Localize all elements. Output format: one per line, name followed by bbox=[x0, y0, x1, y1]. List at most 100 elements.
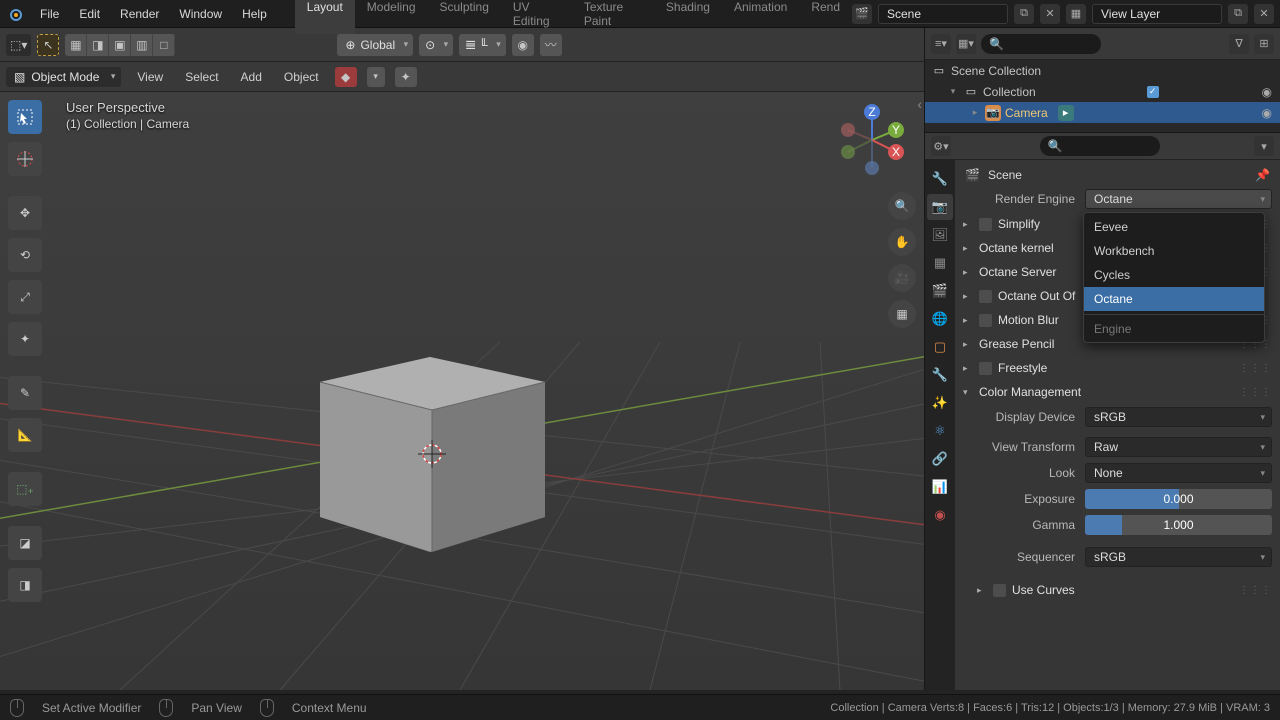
view-layer-field[interactable]: View Layer bbox=[1092, 4, 1222, 24]
look-dropdown[interactable]: None bbox=[1085, 463, 1272, 483]
engine-option-octane[interactable]: Octane bbox=[1084, 287, 1264, 311]
tab-texture-paint[interactable]: Texture Paint bbox=[572, 0, 654, 34]
tab-rendering[interactable]: Rend bbox=[799, 0, 852, 34]
scene-new-icon[interactable]: ⧉ bbox=[1014, 4, 1034, 24]
tab-sculpting[interactable]: Sculpting bbox=[428, 0, 501, 34]
gamma-slider[interactable]: 1.000 bbox=[1085, 515, 1272, 535]
disclosure-triangle-icon[interactable]: ▾ bbox=[947, 86, 959, 97]
visibility-eye-icon[interactable]: ◉ bbox=[1262, 85, 1272, 99]
menu-window[interactable]: Window bbox=[171, 3, 230, 25]
visibility-eye-icon[interactable]: ◉ bbox=[1262, 106, 1272, 120]
panel-color-management[interactable]: ▾Color Management⋮⋮⋮ bbox=[955, 380, 1280, 404]
select-subtract-icon[interactable]: □ bbox=[153, 34, 175, 56]
tab-render-icon[interactable]: 📷 bbox=[927, 194, 953, 220]
view-transform-dropdown[interactable]: Raw bbox=[1085, 437, 1272, 457]
select-invert-icon[interactable]: ◨ bbox=[87, 34, 109, 56]
outliner-search-input[interactable]: 🔍 bbox=[981, 34, 1101, 54]
render-engine-dropdown[interactable]: Octane bbox=[1085, 189, 1272, 209]
transform-tool[interactable]: ✦ bbox=[8, 322, 42, 356]
panel-freestyle[interactable]: ▸Freestyle⋮⋮⋮ bbox=[955, 356, 1280, 380]
tab-output-icon[interactable]: 🖼 bbox=[927, 222, 953, 248]
orientation-icon[interactable]: ✦ bbox=[395, 67, 417, 87]
select-extend-icon[interactable]: ▣ bbox=[109, 34, 131, 56]
outliner-item-camera[interactable]: ▸ 📷 Camera ▸ ◉ bbox=[925, 102, 1280, 123]
annotate-tool[interactable]: ✎ bbox=[8, 376, 42, 410]
menu-file[interactable]: File bbox=[32, 3, 67, 25]
outliner-filter-icon[interactable]: ∇ bbox=[1229, 34, 1249, 54]
properties-search-input[interactable]: 🔍 bbox=[1040, 136, 1160, 156]
tab-animation[interactable]: Animation bbox=[722, 0, 799, 34]
tab-tool-icon[interactable]: 🔧 bbox=[927, 166, 953, 192]
tab-uv-editing[interactable]: UV Editing bbox=[501, 0, 572, 34]
scene-browse-icon[interactable]: 🎬 bbox=[852, 4, 872, 24]
measure-tool[interactable]: 📐 bbox=[8, 418, 42, 452]
editor-type-dropdown[interactable]: ⬚▾ bbox=[6, 34, 31, 56]
nav-gizmo[interactable]: Z Y X bbox=[834, 102, 910, 178]
tab-modeling[interactable]: Modeling bbox=[355, 0, 428, 34]
editor-type-outliner-icon[interactable]: ≡▾ bbox=[931, 34, 951, 54]
sidebar-toggle-icon[interactable]: ‹ bbox=[917, 96, 922, 112]
tab-shading[interactable]: Shading bbox=[654, 0, 722, 34]
layer-new-icon[interactable]: ⧉ bbox=[1228, 4, 1248, 24]
tool-dropdown-icon[interactable]: ▾ bbox=[367, 67, 385, 87]
tab-material-icon[interactable]: ◉ bbox=[927, 502, 953, 528]
extra-tool-1[interactable]: ◪ bbox=[8, 526, 42, 560]
outliner-tree[interactable]: ▭ Scene Collection ▾ ▭ Collection ✓ ◉ ▸ … bbox=[925, 60, 1280, 132]
layer-browse-icon[interactable]: ▦ bbox=[1066, 4, 1086, 24]
tab-viewlayer-icon[interactable]: ▦ bbox=[927, 250, 953, 276]
scale-tool[interactable]: ⤢ bbox=[8, 280, 42, 314]
menu-object[interactable]: Object bbox=[278, 67, 325, 87]
panel-use-curves[interactable]: ▸Use Curves⋮⋮⋮ bbox=[955, 578, 1280, 602]
outliner-collection[interactable]: ▾ ▭ Collection ✓ ◉ bbox=[925, 81, 1280, 102]
mode-dropdown[interactable]: ▧Object Mode bbox=[6, 67, 121, 87]
cursor-tool[interactable] bbox=[8, 142, 42, 176]
menu-help[interactable]: Help bbox=[234, 3, 275, 25]
tab-modifier-icon[interactable]: 🔧 bbox=[927, 362, 953, 388]
3d-viewport[interactable]: User Perspective (1) Collection | Camera… bbox=[0, 92, 924, 690]
snap-dropdown[interactable]: 𝌆 ╙ bbox=[459, 34, 506, 56]
outliner-new-collection-icon[interactable]: ⊞ bbox=[1254, 34, 1274, 54]
tab-data-icon[interactable]: 📊 bbox=[927, 474, 953, 500]
tab-object-icon[interactable]: ▢ bbox=[927, 334, 953, 360]
pin-icon[interactable]: 📌 bbox=[1255, 168, 1270, 182]
pivot-point-dropdown[interactable]: ⊙ bbox=[419, 34, 453, 56]
tab-layout[interactable]: Layout bbox=[295, 0, 355, 34]
proportional-falloff-dropdown[interactable]: 〰 bbox=[540, 34, 562, 56]
transform-orientation-dropdown[interactable]: ⊕Global bbox=[337, 34, 413, 56]
extra-tool-2[interactable]: ◨ bbox=[8, 568, 42, 602]
sequencer-dropdown[interactable]: sRGB bbox=[1085, 547, 1272, 567]
menu-view[interactable]: View bbox=[131, 67, 169, 87]
editor-type-props-icon[interactable]: ⚙▾ bbox=[931, 136, 951, 156]
perspective-toggle-icon[interactable]: ▦ bbox=[888, 300, 916, 328]
disclosure-triangle-icon[interactable]: ▸ bbox=[969, 107, 981, 118]
tab-scene-icon[interactable]: 🎬 bbox=[927, 278, 953, 304]
select-intersect-icon[interactable]: ▥ bbox=[131, 34, 153, 56]
select-all-icon[interactable]: ▦ bbox=[65, 34, 87, 56]
select-tool-cursor[interactable]: ↖ bbox=[37, 34, 59, 56]
move-tool[interactable]: ✥ bbox=[8, 196, 42, 230]
rotate-tool[interactable]: ⟲ bbox=[8, 238, 42, 272]
pan-icon[interactable]: ✋ bbox=[888, 228, 916, 256]
menu-edit[interactable]: Edit bbox=[71, 3, 108, 25]
tab-particles-icon[interactable]: ✨ bbox=[927, 390, 953, 416]
select-box-tool[interactable] bbox=[8, 100, 42, 134]
display-device-dropdown[interactable]: sRGB bbox=[1085, 407, 1272, 427]
tool-settings-icon[interactable]: ◆ bbox=[335, 67, 357, 87]
menu-select[interactable]: Select bbox=[179, 67, 224, 87]
scene-name-field[interactable]: Scene bbox=[878, 4, 1008, 24]
tab-constraints-icon[interactable]: 🔗 bbox=[927, 446, 953, 472]
camera-view-icon[interactable]: 🎥 bbox=[888, 264, 916, 292]
properties-options-icon[interactable]: ▾ bbox=[1254, 136, 1274, 156]
menu-render[interactable]: Render bbox=[112, 3, 167, 25]
collection-enable-checkbox[interactable]: ✓ bbox=[1147, 86, 1159, 98]
add-cube-tool[interactable]: ⬚₊ bbox=[8, 472, 42, 506]
display-mode-icon[interactable]: ▦▾ bbox=[956, 34, 976, 54]
outliner-scene-collection[interactable]: ▭ Scene Collection bbox=[925, 60, 1280, 81]
engine-option-cycles[interactable]: Cycles bbox=[1084, 263, 1264, 287]
tab-physics-icon[interactable]: ⚛ bbox=[927, 418, 953, 444]
scene-delete-icon[interactable]: ✕ bbox=[1040, 4, 1060, 24]
proportional-edit-toggle[interactable]: ◉ bbox=[512, 34, 534, 56]
layer-delete-icon[interactable]: ✕ bbox=[1254, 4, 1274, 24]
exposure-slider[interactable]: 0.000 bbox=[1085, 489, 1272, 509]
zoom-icon[interactable]: 🔍 bbox=[888, 192, 916, 220]
